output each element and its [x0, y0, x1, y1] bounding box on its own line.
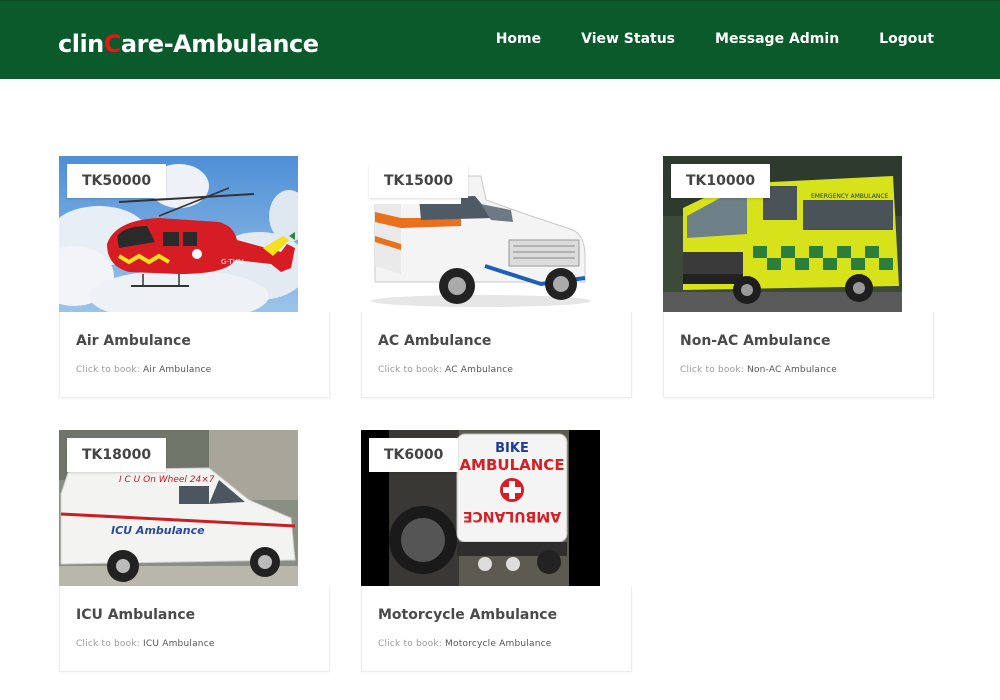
nav-home-link[interactable]: Home [496, 31, 541, 47]
book-link[interactable]: Click to book: AC Ambulance [378, 365, 513, 375]
price-tag[interactable]: TK18000 [67, 438, 167, 472]
book-label: Click to book: [680, 365, 748, 375]
ambulance-card-air[interactable]: G-TVAI TK50000 Air Ambulance Click to bo… [59, 156, 330, 398]
card-title[interactable]: AC Ambulance [378, 333, 491, 349]
brand-accent-letter: C [103, 30, 122, 58]
bike-text-1: BIKE [495, 441, 529, 456]
nav-logout-link[interactable]: Logout [879, 31, 934, 47]
book-link[interactable]: Click to book: Non-AC Ambulance [680, 365, 837, 375]
book-label: Click to book: [378, 365, 446, 375]
main-nav: Home View Status Message Admin Logout [496, 31, 934, 47]
ambulance-card-ac[interactable]: TK15000 AC Ambulance Click to book: AC A… [361, 156, 632, 398]
card-body [361, 586, 632, 672]
card-body [663, 312, 934, 398]
book-label: Click to book: [76, 365, 144, 375]
icu-top-text: I C U On Wheel 24×7 [119, 475, 215, 485]
card-title[interactable]: Motorcycle Ambulance [378, 607, 557, 623]
card-body [59, 586, 330, 672]
ambulance-card-icu[interactable]: I C U On Wheel 24×7 ICU Ambulance TK1800… [59, 430, 330, 672]
book-label: Click to book: [378, 639, 446, 649]
top-navbar: clinCare-Ambulance Home View Status Mess… [0, 0, 1000, 79]
ambulance-card-non-ac[interactable]: EMERGENCY AMBULANCE TK10000 Non-AC Ambul… [663, 156, 934, 398]
heli-registration: G-TVAI [221, 258, 244, 266]
price-tag[interactable]: TK6000 [369, 438, 459, 472]
book-link[interactable]: Click to book: Air Ambulance [76, 365, 211, 375]
card-title[interactable]: ICU Ambulance [76, 607, 195, 623]
icu-side-text: ICU Ambulance [111, 524, 205, 537]
book-link[interactable]: Click to book: Motorcycle Ambulance [378, 639, 552, 649]
brand-logo[interactable]: clinCare-Ambulance [58, 30, 319, 58]
price-tag[interactable]: TK10000 [671, 164, 771, 198]
brand-suffix: are-Ambulance [120, 30, 319, 58]
brand-prefix: clin [58, 30, 104, 58]
price-tag[interactable]: TK50000 [67, 164, 167, 198]
book-label: Click to book: [76, 639, 144, 649]
ambulance-card-motorcycle[interactable]: BIKE AMBULANCE AMBULANCE TK6000 Motorcyc… [361, 430, 632, 672]
price-tag[interactable]: TK15000 [369, 164, 469, 198]
book-value: ICU Ambulance [143, 639, 215, 649]
book-value: Motorcycle Ambulance [445, 639, 552, 649]
card-title[interactable]: Air Ambulance [76, 333, 191, 349]
card-body [361, 312, 632, 398]
bike-text-mirror: AMBULANCE [463, 508, 561, 524]
card-body [59, 312, 330, 398]
book-link[interactable]: Click to book: ICU Ambulance [76, 639, 215, 649]
book-value: Non-AC Ambulance [747, 365, 837, 375]
nav-message-admin-link[interactable]: Message Admin [715, 31, 839, 47]
book-value: AC Ambulance [445, 365, 514, 375]
nav-view-status-link[interactable]: View Status [581, 31, 675, 47]
book-value: Air Ambulance [143, 365, 212, 375]
yellow-van-top-text: EMERGENCY AMBULANCE [811, 193, 889, 200]
card-title[interactable]: Non-AC Ambulance [680, 333, 831, 349]
bike-text-2: AMBULANCE [459, 456, 564, 474]
